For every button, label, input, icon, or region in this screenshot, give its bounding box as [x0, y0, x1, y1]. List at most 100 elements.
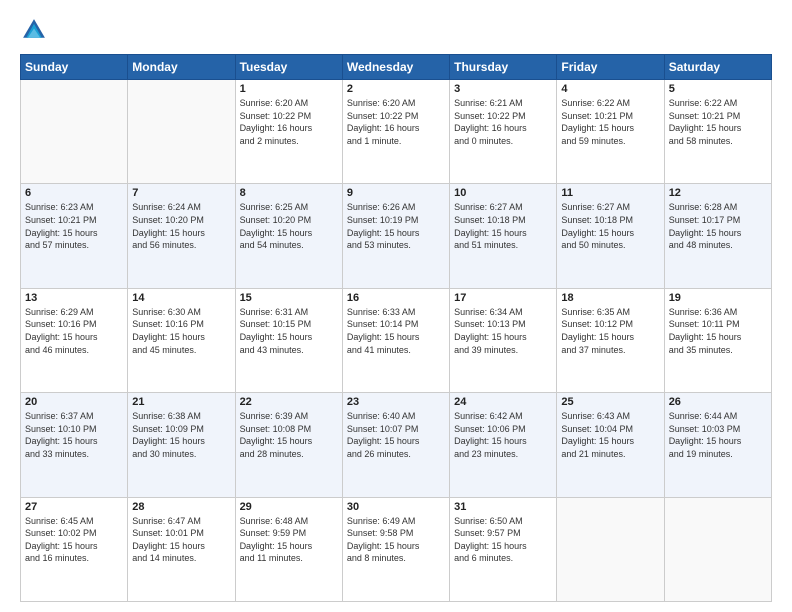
calendar-body: 1 Sunrise: 6:20 AM Sunset: 10:22 PM Dayli…: [21, 80, 772, 602]
day-info: Sunrise: 6:28 AM Sunset: 10:17 PM Daylig…: [669, 201, 767, 251]
day-number: 1: [240, 83, 338, 95]
day-number: 22: [240, 396, 338, 408]
day-info: Sunrise: 6:25 AM Sunset: 10:20 PM Daylig…: [240, 201, 338, 251]
week-row-5: 27 Sunrise: 6:45 AM Sunset: 10:02 PM Dayl…: [21, 497, 772, 601]
table-row: [128, 80, 235, 184]
table-row: 14 Sunrise: 6:30 AM Sunset: 10:16 PM Dayl…: [128, 288, 235, 392]
table-row: 26Sunrise: 6:44 AM Sunset: 10:03 PM Dayl…: [664, 393, 771, 497]
table-row: 31 Sunrise: 6:50 AM Sunset: 9:57 PM Dayli…: [450, 497, 557, 601]
table-row: 23 Sunrise: 6:40 AM Sunset: 10:07 PM Dayl…: [342, 393, 449, 497]
table-row: 9Sunrise: 6:26 AM Sunset: 10:19 PM Dayli…: [342, 184, 449, 288]
week-row-2: 6Sunrise: 6:23 AM Sunset: 10:21 PM Dayli…: [21, 184, 772, 288]
table-row: 29Sunrise: 6:48 AM Sunset: 9:59 PM Dayli…: [235, 497, 342, 601]
logo-icon: [20, 16, 48, 44]
table-row: 21 Sunrise: 6:38 AM Sunset: 10:09 PM Dayl…: [128, 393, 235, 497]
logo: [20, 16, 52, 44]
day-info: Sunrise: 6:23 AM Sunset: 10:21 PM Daylig…: [25, 201, 123, 251]
day-info: Sunrise: 6:37 AM Sunset: 10:10 PM Daylig…: [25, 410, 123, 460]
day-number: 25: [561, 396, 659, 408]
table-row: 13Sunrise: 6:29 AM Sunset: 10:16 PM Dayl…: [21, 288, 128, 392]
weekday-row: SundayMondayTuesdayWednesdayThursdayFrid…: [21, 55, 772, 80]
day-number: 10: [454, 187, 552, 199]
weekday-friday: Friday: [557, 55, 664, 80]
day-number: 26: [669, 396, 767, 408]
table-row: 18 Sunrise: 6:35 AM Sunset: 10:12 PM Dayl…: [557, 288, 664, 392]
day-number: 8: [240, 187, 338, 199]
table-row: 25 Sunrise: 6:43 AM Sunset: 10:04 PM Dayl…: [557, 393, 664, 497]
day-number: 4: [561, 83, 659, 95]
table-row: 7Sunrise: 6:24 AM Sunset: 10:20 PM Dayli…: [128, 184, 235, 288]
day-number: 30: [347, 501, 445, 513]
table-row: 8 Sunrise: 6:25 AM Sunset: 10:20 PM Dayli…: [235, 184, 342, 288]
day-info: Sunrise: 6:49 AM Sunset: 9:58 PM Dayligh…: [347, 515, 445, 565]
day-number: 28: [132, 501, 230, 513]
week-row-3: 13Sunrise: 6:29 AM Sunset: 10:16 PM Dayl…: [21, 288, 772, 392]
day-number: 17: [454, 292, 552, 304]
calendar-header: SundayMondayTuesdayWednesdayThursdayFrid…: [21, 55, 772, 80]
day-info: Sunrise: 6:47 AM Sunset: 10:01 PM Daylig…: [132, 515, 230, 565]
table-row: 5Sunrise: 6:22 AM Sunset: 10:21 PM Dayli…: [664, 80, 771, 184]
table-row: 28 Sunrise: 6:47 AM Sunset: 10:01 PM Dayl…: [128, 497, 235, 601]
day-info: Sunrise: 6:39 AM Sunset: 10:08 PM Daylig…: [240, 410, 338, 460]
day-number: 16: [347, 292, 445, 304]
day-number: 27: [25, 501, 123, 513]
day-number: 19: [669, 292, 767, 304]
weekday-tuesday: Tuesday: [235, 55, 342, 80]
day-info: Sunrise: 6:27 AM Sunset: 10:18 PM Daylig…: [561, 201, 659, 251]
day-number: 18: [561, 292, 659, 304]
table-row: 20Sunrise: 6:37 AM Sunset: 10:10 PM Dayl…: [21, 393, 128, 497]
table-row: 12 Sunrise: 6:28 AM Sunset: 10:17 PM Dayl…: [664, 184, 771, 288]
table-row: 30 Sunrise: 6:49 AM Sunset: 9:58 PM Dayli…: [342, 497, 449, 601]
table-row: 1 Sunrise: 6:20 AM Sunset: 10:22 PM Dayli…: [235, 80, 342, 184]
table-row: 15Sunrise: 6:31 AM Sunset: 10:15 PM Dayl…: [235, 288, 342, 392]
day-number: 24: [454, 396, 552, 408]
page: SundayMondayTuesdayWednesdayThursdayFrid…: [0, 0, 792, 612]
day-info: Sunrise: 6:35 AM Sunset: 10:12 PM Daylig…: [561, 306, 659, 356]
weekday-thursday: Thursday: [450, 55, 557, 80]
table-row: [557, 497, 664, 601]
weekday-sunday: Sunday: [21, 55, 128, 80]
day-info: Sunrise: 6:40 AM Sunset: 10:07 PM Daylig…: [347, 410, 445, 460]
day-info: Sunrise: 6:48 AM Sunset: 9:59 PM Dayligh…: [240, 515, 338, 565]
day-info: Sunrise: 6:50 AM Sunset: 9:57 PM Dayligh…: [454, 515, 552, 565]
day-info: Sunrise: 6:21 AM Sunset: 10:22 PM Daylig…: [454, 97, 552, 147]
table-row: 10 Sunrise: 6:27 AM Sunset: 10:18 PM Dayl…: [450, 184, 557, 288]
header: [20, 16, 772, 44]
table-row: 19 Sunrise: 6:36 AM Sunset: 10:11 PM Dayl…: [664, 288, 771, 392]
day-number: 3: [454, 83, 552, 95]
day-info: Sunrise: 6:36 AM Sunset: 10:11 PM Daylig…: [669, 306, 767, 356]
table-row: 16 Sunrise: 6:33 AM Sunset: 10:14 PM Dayl…: [342, 288, 449, 392]
day-info: Sunrise: 6:45 AM Sunset: 10:02 PM Daylig…: [25, 515, 123, 565]
day-number: 12: [669, 187, 767, 199]
day-number: 11: [561, 187, 659, 199]
day-info: Sunrise: 6:31 AM Sunset: 10:15 PM Daylig…: [240, 306, 338, 356]
table-row: [664, 497, 771, 601]
day-info: Sunrise: 6:43 AM Sunset: 10:04 PM Daylig…: [561, 410, 659, 460]
day-number: 14: [132, 292, 230, 304]
weekday-monday: Monday: [128, 55, 235, 80]
table-row: 27 Sunrise: 6:45 AM Sunset: 10:02 PM Dayl…: [21, 497, 128, 601]
day-number: 7: [132, 187, 230, 199]
day-number: 2: [347, 83, 445, 95]
day-info: Sunrise: 6:33 AM Sunset: 10:14 PM Daylig…: [347, 306, 445, 356]
table-row: 2 Sunrise: 6:20 AM Sunset: 10:22 PM Dayli…: [342, 80, 449, 184]
day-number: 21: [132, 396, 230, 408]
day-info: Sunrise: 6:20 AM Sunset: 10:22 PM Daylig…: [240, 97, 338, 147]
day-info: Sunrise: 6:34 AM Sunset: 10:13 PM Daylig…: [454, 306, 552, 356]
table-row: 3 Sunrise: 6:21 AM Sunset: 10:22 PM Dayli…: [450, 80, 557, 184]
day-info: Sunrise: 6:29 AM Sunset: 10:16 PM Daylig…: [25, 306, 123, 356]
table-row: 24Sunrise: 6:42 AM Sunset: 10:06 PM Dayl…: [450, 393, 557, 497]
day-number: 31: [454, 501, 552, 513]
day-info: Sunrise: 6:38 AM Sunset: 10:09 PM Daylig…: [132, 410, 230, 460]
calendar-table: SundayMondayTuesdayWednesdayThursdayFrid…: [20, 54, 772, 602]
day-number: 23: [347, 396, 445, 408]
table-row: [21, 80, 128, 184]
table-row: 6Sunrise: 6:23 AM Sunset: 10:21 PM Dayli…: [21, 184, 128, 288]
day-info: Sunrise: 6:27 AM Sunset: 10:18 PM Daylig…: [454, 201, 552, 251]
day-info: Sunrise: 6:30 AM Sunset: 10:16 PM Daylig…: [132, 306, 230, 356]
week-row-4: 20Sunrise: 6:37 AM Sunset: 10:10 PM Dayl…: [21, 393, 772, 497]
table-row: 17 Sunrise: 6:34 AM Sunset: 10:13 PM Dayl…: [450, 288, 557, 392]
day-info: Sunrise: 6:20 AM Sunset: 10:22 PM Daylig…: [347, 97, 445, 147]
table-row: 11 Sunrise: 6:27 AM Sunset: 10:18 PM Dayl…: [557, 184, 664, 288]
day-info: Sunrise: 6:22 AM Sunset: 10:21 PM Daylig…: [561, 97, 659, 147]
